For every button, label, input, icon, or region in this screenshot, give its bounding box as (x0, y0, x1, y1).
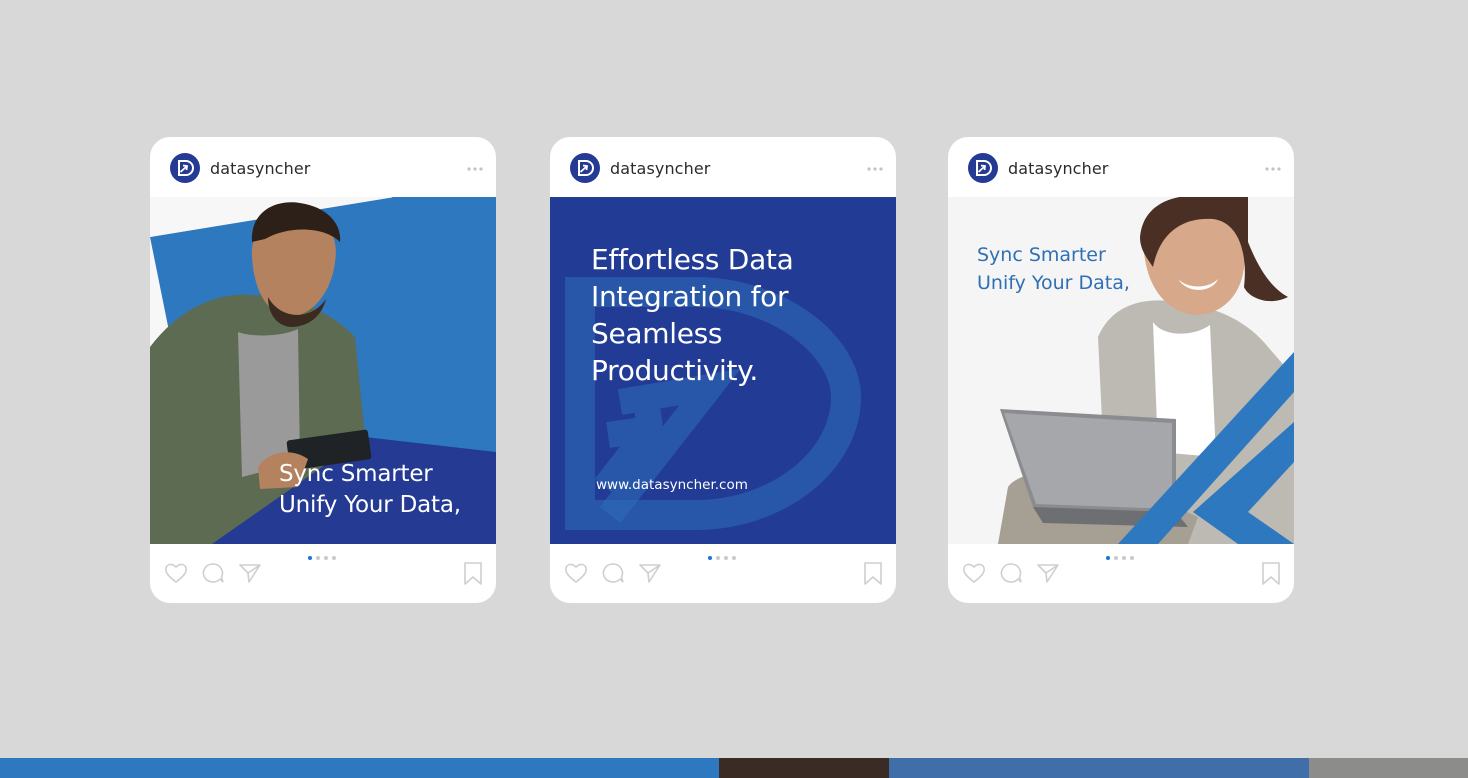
brand-logo-icon (976, 160, 992, 176)
carousel-indicator (708, 555, 748, 563)
carousel-indicator (308, 555, 348, 563)
post-image[interactable]: Effortless Data Integration for Seamless… (550, 197, 896, 544)
more-options-icon[interactable] (866, 161, 884, 177)
carousel-dot (716, 556, 720, 560)
post-header: datasyncher (550, 137, 896, 197)
headline-text: Effortless Data Integration for Seamless… (591, 241, 794, 389)
post-card-3: datasyncher Sync Smarter Unify Your Data… (948, 137, 1294, 603)
account-username[interactable]: datasyncher (210, 159, 310, 178)
more-options-icon[interactable] (466, 161, 484, 177)
post-actions (550, 544, 896, 603)
carousel-dot (332, 556, 336, 560)
heart-icon[interactable] (962, 562, 986, 584)
post-header: datasyncher (150, 137, 496, 197)
post-image[interactable]: Sync Smarter Unify Your Data, (150, 197, 496, 544)
bookmark-icon[interactable] (863, 562, 883, 586)
send-icon[interactable] (1036, 562, 1060, 584)
tagline-text: Sync Smarter Unify Your Data, (977, 241, 1130, 297)
tagline-text: Sync Smarter Unify Your Data, (279, 459, 461, 521)
send-icon[interactable] (638, 562, 662, 584)
carousel-indicator (1106, 555, 1146, 563)
headline-line-4: Productivity. (591, 354, 758, 387)
comment-icon[interactable] (999, 562, 1023, 584)
brand-avatar[interactable] (968, 153, 998, 183)
post-actions (948, 544, 1294, 603)
carousel-dot (316, 556, 320, 560)
brand-logo-icon (578, 160, 594, 176)
tagline-line-1: Sync Smarter (279, 461, 433, 487)
carousel-dot-active (308, 556, 312, 560)
headline-line-1: Effortless Data (591, 243, 794, 276)
heart-icon[interactable] (564, 562, 588, 584)
account-username[interactable]: datasyncher (610, 159, 710, 178)
brand-avatar[interactable] (170, 153, 200, 183)
post-card-1: datasyncher Sync Smarter Unify Your Data… (150, 137, 496, 603)
brand-avatar[interactable] (570, 153, 600, 183)
carousel-dot (1122, 556, 1126, 560)
carousel-dot (324, 556, 328, 560)
bookmark-icon[interactable] (1261, 562, 1281, 586)
comment-icon[interactable] (601, 562, 625, 584)
next-section-preview (0, 758, 1468, 778)
carousel-dot (724, 556, 728, 560)
account-username[interactable]: datasyncher (1008, 159, 1108, 178)
brand-logo-icon (178, 160, 194, 176)
post-actions (150, 544, 496, 603)
headline-line-2: Integration for (591, 280, 789, 313)
website-url: www.datasyncher.com (596, 477, 748, 493)
more-options-icon[interactable] (1264, 161, 1282, 177)
carousel-dot-active (708, 556, 712, 560)
tagline-line-2: Unify Your Data, (279, 492, 461, 518)
carousel-dot-active (1106, 556, 1110, 560)
post-card-2: datasyncher Effortless Data Integration … (550, 137, 896, 603)
heart-icon[interactable] (164, 562, 188, 584)
headline-line-3: Seamless (591, 317, 723, 350)
tagline-line-1: Sync Smarter (977, 244, 1106, 266)
post-header: datasyncher (948, 137, 1294, 197)
bookmark-icon[interactable] (463, 562, 483, 586)
comment-icon[interactable] (201, 562, 225, 584)
post-image[interactable]: Sync Smarter Unify Your Data, (948, 197, 1294, 544)
send-icon[interactable] (238, 562, 262, 584)
tagline-line-2: Unify Your Data, (977, 272, 1130, 294)
carousel-dot (732, 556, 736, 560)
carousel-dot (1130, 556, 1134, 560)
carousel-dot (1114, 556, 1118, 560)
